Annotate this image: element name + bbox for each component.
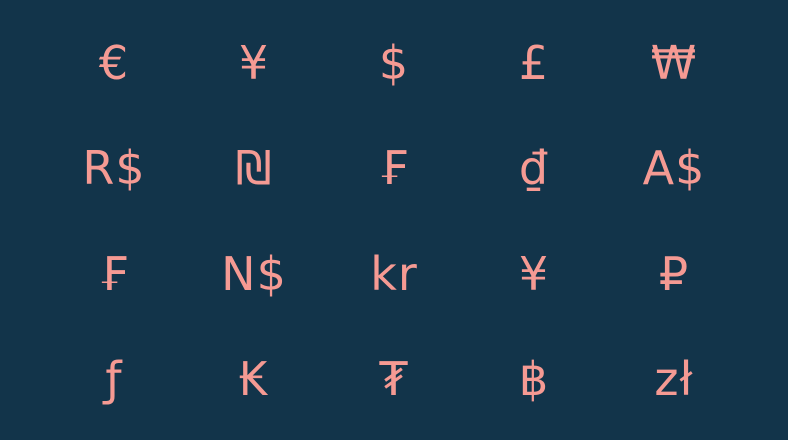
krona-symbol: kr [370, 246, 418, 301]
zloty-symbol: zł [654, 352, 694, 407]
euro-symbol: € [98, 35, 130, 90]
shekel-symbol: ₪ [235, 141, 273, 196]
australian-dollar-symbol: A$ [642, 141, 706, 196]
currency-symbol-grid: € ¥ $ £ ₩ R$ ₪ ₣ ₫ A$ ₣ N$ kr ¥ ₽ ƒ ₭ ₮ … [0, 0, 788, 440]
brazilian-real-symbol: R$ [82, 141, 146, 196]
franc-symbol: ₣ [378, 141, 410, 196]
tugrik-symbol: ₮ [378, 352, 410, 407]
dollar-symbol: $ [378, 35, 410, 90]
florin-symbol: ƒ [105, 352, 123, 407]
ruble-symbol: ₽ [658, 246, 690, 301]
kip-symbol: ₭ [238, 352, 270, 407]
yuan-symbol: ¥ [518, 246, 550, 301]
won-symbol: ₩ [650, 35, 698, 90]
namibian-dollar-symbol: N$ [221, 246, 287, 301]
french-franc-symbol: ₣ [98, 246, 130, 301]
yen-symbol: ¥ [238, 35, 270, 90]
baht-symbol: ฿ [518, 352, 550, 407]
pound-symbol: £ [518, 35, 550, 90]
dong-symbol: ₫ [518, 141, 550, 196]
